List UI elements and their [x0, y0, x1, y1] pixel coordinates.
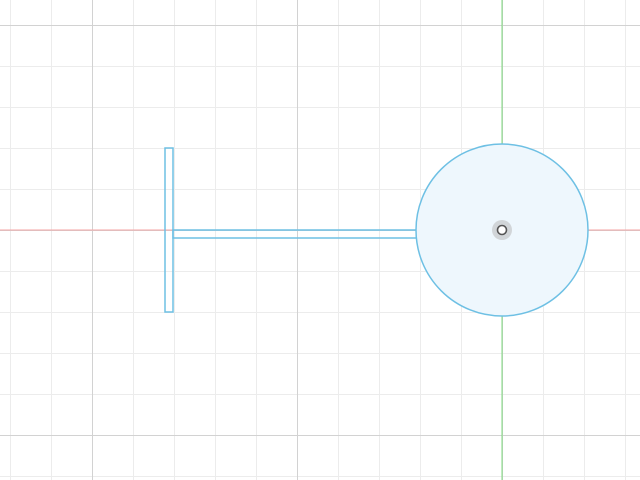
origin-point-icon — [496, 224, 508, 236]
horizontal-arm-profile[interactable] — [172, 229, 420, 239]
origin-marker[interactable] — [492, 220, 512, 240]
sketch-viewport[interactable] — [0, 0, 640, 480]
sketch-canvas[interactable] — [0, 0, 640, 480]
